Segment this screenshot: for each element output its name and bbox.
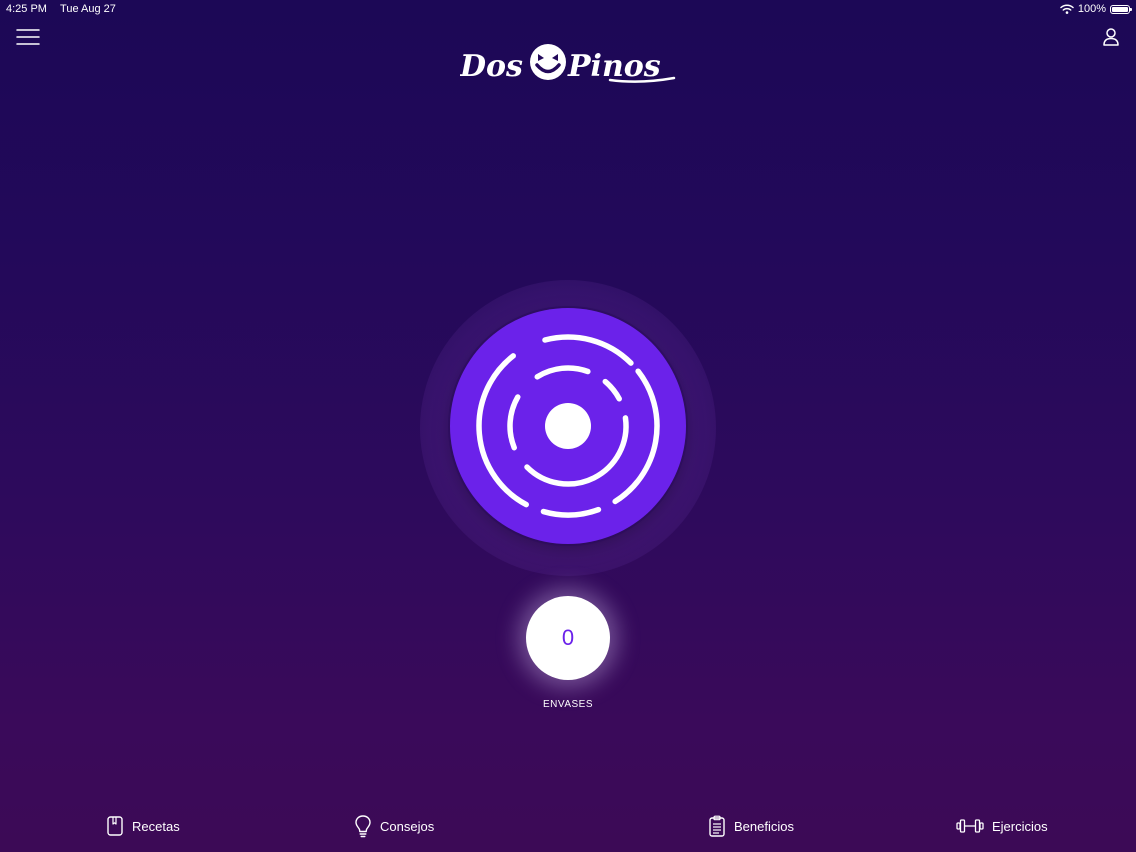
dos-pinos-logo: Dos Pinos	[459, 40, 676, 86]
battery-percent: 100%	[1077, 3, 1106, 15]
recipe-book-icon	[107, 816, 123, 836]
battery-icon	[1110, 4, 1132, 14]
battery-fill	[1112, 6, 1128, 12]
nav-item-ejercicios[interactable]: Ejercicios	[956, 814, 1048, 838]
logo-text-left: Dos	[460, 49, 523, 84]
wifi-icon	[1060, 4, 1074, 14]
logo-text-right: Pinos	[567, 49, 661, 84]
scan-button[interactable]	[450, 308, 686, 544]
nav-label-consejos: Consejos	[380, 818, 435, 834]
hamburger-menu-icon	[16, 29, 40, 45]
nav-item-beneficios[interactable]: Beneficios	[708, 814, 794, 838]
dumbbell-icon	[956, 819, 984, 833]
scan-rings-icon	[476, 334, 660, 518]
nav-item-consejos[interactable]: Consejos	[354, 814, 434, 838]
counter-value: 0	[561, 625, 575, 650]
nav-label-beneficios: Beneficios	[734, 818, 794, 834]
smiley-logo-icon	[530, 44, 566, 80]
status-right: 100%	[1060, 0, 1132, 18]
status-bar: 4:25 PM Tue Aug 27 100%	[0, 0, 1136, 18]
status-time: 4:25 PM	[6, 3, 47, 15]
bottom-navigation: Recetas Consejos Beneficios Ejercicios	[0, 800, 1136, 852]
lightbulb-icon	[355, 815, 371, 838]
nav-label-ejercicios: Ejercicios	[992, 818, 1048, 834]
menu-button[interactable]	[14, 26, 42, 48]
user-icon	[1103, 28, 1119, 46]
clipboard-icon	[709, 815, 725, 837]
counter-label: ENVASES	[543, 699, 593, 710]
status-date: Tue Aug 27	[60, 3, 116, 15]
nav-item-recetas[interactable]: Recetas	[106, 814, 180, 838]
status-left: 4:25 PM Tue Aug 27	[6, 0, 116, 18]
containers-counter: 0	[526, 596, 610, 680]
nav-label-recetas: Recetas	[132, 818, 180, 834]
user-profile-button[interactable]	[1100, 26, 1122, 48]
